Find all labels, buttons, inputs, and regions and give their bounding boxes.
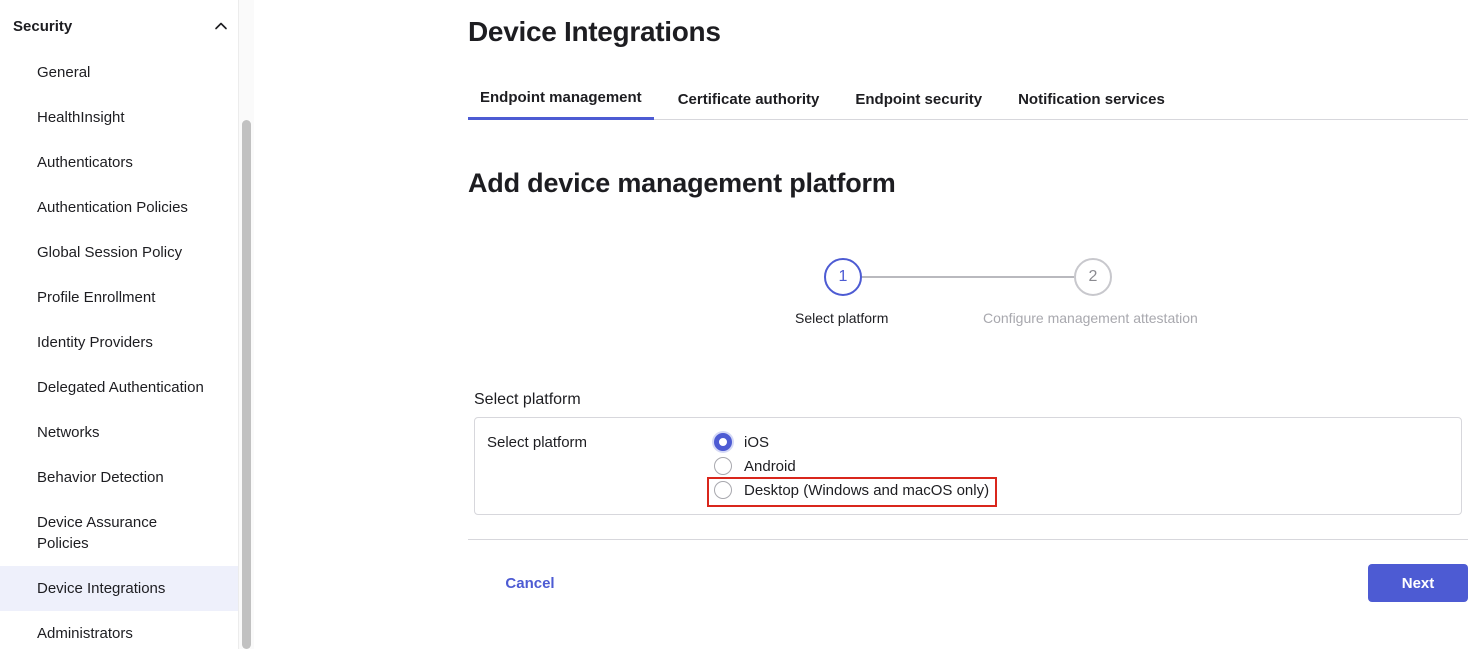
sidebar-item-label: Device Integrations xyxy=(37,580,166,597)
step-2-indicator: 2 xyxy=(1074,258,1112,296)
radio-option-android[interactable]: Android xyxy=(714,455,796,477)
footer-divider xyxy=(468,539,1468,540)
sidebar-item-delegated-authentication[interactable]: Delegated Authentication xyxy=(0,365,238,410)
sidebar-item-authentication-policies[interactable]: Authentication Policies xyxy=(0,185,238,230)
sidebar-item-device-integrations[interactable]: Device Integrations xyxy=(0,566,238,611)
platform-field-label: Select platform xyxy=(487,434,588,451)
fieldset-legend: Select platform xyxy=(474,391,581,408)
sidebar-list: General HealthInsight Authenticators Aut… xyxy=(0,50,238,649)
sidebar-item-label: Authentication Policies xyxy=(37,199,188,216)
step-2-label: Configure management attestation xyxy=(983,310,1198,326)
step-1-indicator: 1 xyxy=(824,258,862,296)
sidebar-item-general[interactable]: General xyxy=(0,50,238,95)
tab-endpoint-management[interactable]: Endpoint management xyxy=(468,78,654,120)
tab-certificate-authority[interactable]: Certificate authority xyxy=(666,78,832,120)
stepper-connector xyxy=(862,276,1074,278)
highlight-annotation-box xyxy=(707,477,997,507)
sidebar-item-networks[interactable]: Networks xyxy=(0,410,238,455)
sidebar-section-security[interactable]: Security xyxy=(0,0,238,52)
sidebar-item-identity-providers[interactable]: Identity Providers xyxy=(0,320,238,365)
sidebar-item-healthinsight[interactable]: HealthInsight xyxy=(0,95,238,140)
sidebar: Security General HealthInsight Authentic… xyxy=(0,0,254,649)
section-title: Add device management platform xyxy=(468,168,896,198)
sidebar-item-label: HealthInsight xyxy=(37,109,125,126)
sidebar-item-label: Delegated Authentication xyxy=(37,379,204,396)
sidebar-item-device-assurance-policies[interactable]: Device Assurance Policies xyxy=(0,500,238,566)
page-title: Device Integrations xyxy=(468,16,721,47)
cancel-button[interactable]: Cancel xyxy=(496,567,564,599)
sidebar-item-label: Behavior Detection xyxy=(37,469,164,486)
tab-bar: Endpoint management Certificate authorit… xyxy=(468,78,1468,120)
radio-button-checked[interactable] xyxy=(714,433,732,451)
sidebar-section-title: Security xyxy=(13,17,73,35)
tab-endpoint-security[interactable]: Endpoint security xyxy=(843,78,994,120)
sidebar-item-label: Global Session Policy xyxy=(37,244,183,261)
radio-button[interactable] xyxy=(714,457,732,475)
step-1-label: Select platform xyxy=(795,310,889,326)
sidebar-item-authenticators[interactable]: Authenticators xyxy=(0,140,238,185)
sidebar-item-administrators[interactable]: Administrators xyxy=(0,611,238,649)
radio-label: iOS xyxy=(744,433,770,451)
sidebar-item-label: Identity Providers xyxy=(37,334,153,351)
sidebar-item-profile-enrollment[interactable]: Profile Enrollment xyxy=(0,275,238,320)
sidebar-item-label: General xyxy=(37,64,91,81)
sidebar-item-label: Administrators xyxy=(37,625,133,642)
sidebar-item-label: Authenticators xyxy=(37,154,133,171)
sidebar-scrollbar-thumb[interactable] xyxy=(242,120,251,649)
tab-notification-services[interactable]: Notification services xyxy=(1006,78,1177,120)
next-button[interactable]: Next xyxy=(1368,564,1468,602)
sidebar-item-label: Networks xyxy=(37,424,100,441)
radio-label: Android xyxy=(744,457,796,475)
sidebar-item-label: Device Assurance Policies xyxy=(37,514,158,552)
sidebar-item-label: Profile Enrollment xyxy=(37,289,156,306)
sidebar-item-behavior-detection[interactable]: Behavior Detection xyxy=(0,455,238,500)
sidebar-item-global-session-policy[interactable]: Global Session Policy xyxy=(0,230,238,275)
stepper: 1 2 Select platform Configure management… xyxy=(780,258,1220,338)
radio-option-ios[interactable]: iOS xyxy=(714,431,769,453)
chevron-up-icon[interactable] xyxy=(214,19,228,33)
